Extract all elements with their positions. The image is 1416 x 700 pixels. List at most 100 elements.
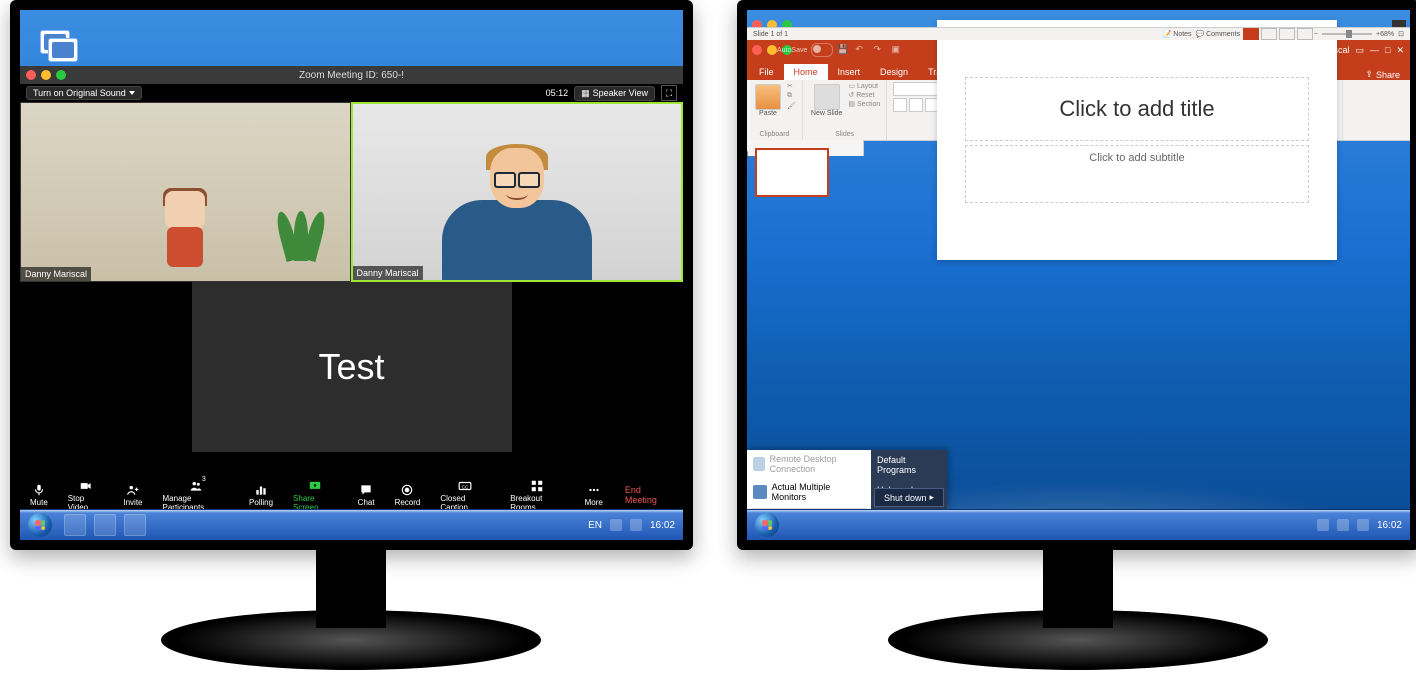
fit-to-window-button[interactable]: ⊡ (1398, 30, 1404, 38)
closed-caption-button[interactable]: CC Closed Caption (430, 479, 500, 512)
record-button[interactable]: Record (385, 483, 431, 507)
maximize-icon[interactable] (56, 70, 66, 80)
sorter-view-button[interactable] (1261, 28, 1277, 40)
participants-icon: 3 (189, 479, 203, 493)
slideshow-view-button[interactable] (1297, 28, 1313, 40)
polling-button[interactable]: Polling (239, 483, 283, 507)
slide-counter: Slide 1 of 1 (753, 31, 788, 38)
paste-button[interactable]: Paste (753, 82, 783, 119)
start-button[interactable] (20, 510, 60, 540)
tab-design[interactable]: Design (870, 64, 918, 80)
autosave-toggle[interactable] (811, 43, 833, 57)
chevron-right-icon: ▸ (930, 492, 935, 503)
reading-view-button[interactable] (1279, 28, 1295, 40)
share-icon (308, 479, 322, 493)
original-sound-button[interactable]: Turn on Original Sound (26, 86, 142, 100)
chat-button[interactable]: Chat (348, 483, 385, 507)
windows-orb-icon (755, 513, 779, 537)
zoom-slider[interactable] (1322, 33, 1372, 35)
breakout-rooms-button[interactable]: Breakout Rooms (500, 479, 574, 512)
zoom-meeting-id: Zoom Meeting ID: 650-! (299, 70, 404, 81)
speaker-view-button[interactable]: ▦Speaker View (574, 86, 655, 101)
record-icon (400, 483, 414, 497)
zoom-titlebar[interactable]: Zoom Meeting ID: 650-! (20, 66, 683, 84)
new-slide-button[interactable]: New Slide (809, 82, 845, 119)
end-meeting-button[interactable]: End Meeting (613, 485, 683, 505)
slide-thumbnail-panel: 1 (747, 140, 864, 156)
share-screen-button[interactable]: Share Screen (283, 479, 348, 512)
section-button[interactable]: ▤ Section (848, 100, 880, 108)
italic-button[interactable] (909, 98, 923, 112)
taskbar-pin[interactable] (124, 514, 146, 536)
participant-name: Danny Mariscal (353, 266, 423, 280)
tray-icon[interactable] (1357, 519, 1369, 531)
copy-button[interactable]: ⧉ (787, 92, 796, 100)
minimize-icon[interactable] (767, 45, 777, 55)
pp-share-button[interactable]: ⇪Share (1357, 69, 1408, 80)
minimize-icon[interactable] (41, 70, 51, 80)
windows-taskbar: EN 16:02 (20, 509, 683, 540)
cc-icon: CC (458, 479, 472, 493)
tab-file[interactable]: File (749, 64, 784, 80)
language-indicator[interactable]: EN (588, 520, 602, 531)
undo-icon[interactable]: ↶ (855, 44, 869, 56)
start-menu-item[interactable]: Remote Desktop Connection (747, 450, 871, 478)
tab-insert[interactable]: Insert (828, 64, 871, 80)
close-icon[interactable] (26, 70, 36, 80)
invite-icon (126, 483, 140, 497)
microphone-icon (32, 483, 46, 497)
redo-icon[interactable]: ↷ (873, 44, 887, 56)
shutdown-button[interactable]: Shut down ▸ (874, 488, 944, 507)
more-button[interactable]: More (575, 483, 613, 507)
svg-text:CC: CC (462, 484, 469, 489)
taskbar-pin[interactable] (94, 514, 116, 536)
bold-button[interactable] (893, 98, 907, 112)
close-window-icon[interactable]: ✕ (1396, 45, 1404, 56)
slideshow-icon[interactable]: ▣ (891, 44, 905, 56)
ribbon-group-clipboard: Clipboard (753, 131, 796, 138)
video-tile[interactable]: Danny Mariscal (20, 102, 351, 282)
tray-icon[interactable] (1337, 519, 1349, 531)
shared-content-tile[interactable]: Test (192, 282, 512, 452)
manage-participants-button[interactable]: 3 Manage Participants (153, 479, 240, 512)
format-painter-button[interactable]: 🖌 (787, 102, 796, 110)
slide-thumbnail[interactable]: 1 (755, 148, 829, 197)
mute-button[interactable]: Mute (20, 483, 58, 507)
tray-icon[interactable] (610, 519, 622, 531)
close-icon[interactable] (752, 45, 762, 55)
tray-icon[interactable] (630, 519, 642, 531)
video-tile-active[interactable]: Danny Mariscal (351, 102, 684, 282)
start-menu-item[interactable]: Actual Multiple Monitors (747, 478, 871, 506)
reset-button[interactable]: ↺ Reset (848, 91, 880, 99)
taskbar-clock[interactable]: 16:02 (1377, 520, 1402, 531)
invite-button[interactable]: Invite (113, 483, 152, 507)
zoom-out-button[interactable]: − (1314, 31, 1318, 38)
subtitle-placeholder[interactable]: Click to add subtitle (965, 145, 1309, 203)
rdp-desktop-icon[interactable] (40, 30, 76, 60)
stop-video-button[interactable]: Stop Video (58, 479, 114, 512)
title-placeholder[interactable]: Click to add title (965, 77, 1309, 141)
tray-icon[interactable] (1317, 519, 1329, 531)
cut-button[interactable]: ✂ (787, 82, 796, 90)
zoom-share-bar: You are viewing Ted's screen View Option… (747, 20, 1410, 66)
comments-button[interactable]: 💬 Comments (1195, 30, 1240, 38)
start-right-item[interactable]: Default Programs (871, 450, 947, 480)
paste-icon (755, 84, 781, 110)
start-button[interactable] (747, 510, 787, 540)
ribbon-group-slides: Slides (809, 131, 880, 138)
zoom-toolbar: Mute Stop Video Invite 3 Manage Particip… (20, 480, 683, 510)
start-menu: Remote Desktop Connection Actual Multipl… (747, 450, 947, 510)
maximize-window-icon[interactable]: □ (1385, 45, 1390, 55)
tab-home[interactable]: Home (784, 64, 828, 80)
slide-canvas[interactable]: Click to add title Click to add subtitle (937, 20, 1337, 260)
save-icon[interactable]: 💾 (837, 44, 851, 56)
minimize-window-icon[interactable]: — (1370, 45, 1379, 55)
fullscreen-button[interactable]: ⛶ (661, 85, 677, 101)
taskbar-pin[interactable] (64, 514, 86, 536)
taskbar-clock[interactable]: 16:02 (650, 520, 675, 531)
layout-button[interactable]: ▭ Layout (848, 82, 880, 90)
normal-view-button[interactable] (1243, 28, 1259, 40)
zoom-percent[interactable]: 68% (1380, 31, 1394, 38)
ribbon-options-icon[interactable]: ▭ (1356, 45, 1365, 56)
notes-button[interactable]: 📝 Notes (1163, 30, 1192, 38)
